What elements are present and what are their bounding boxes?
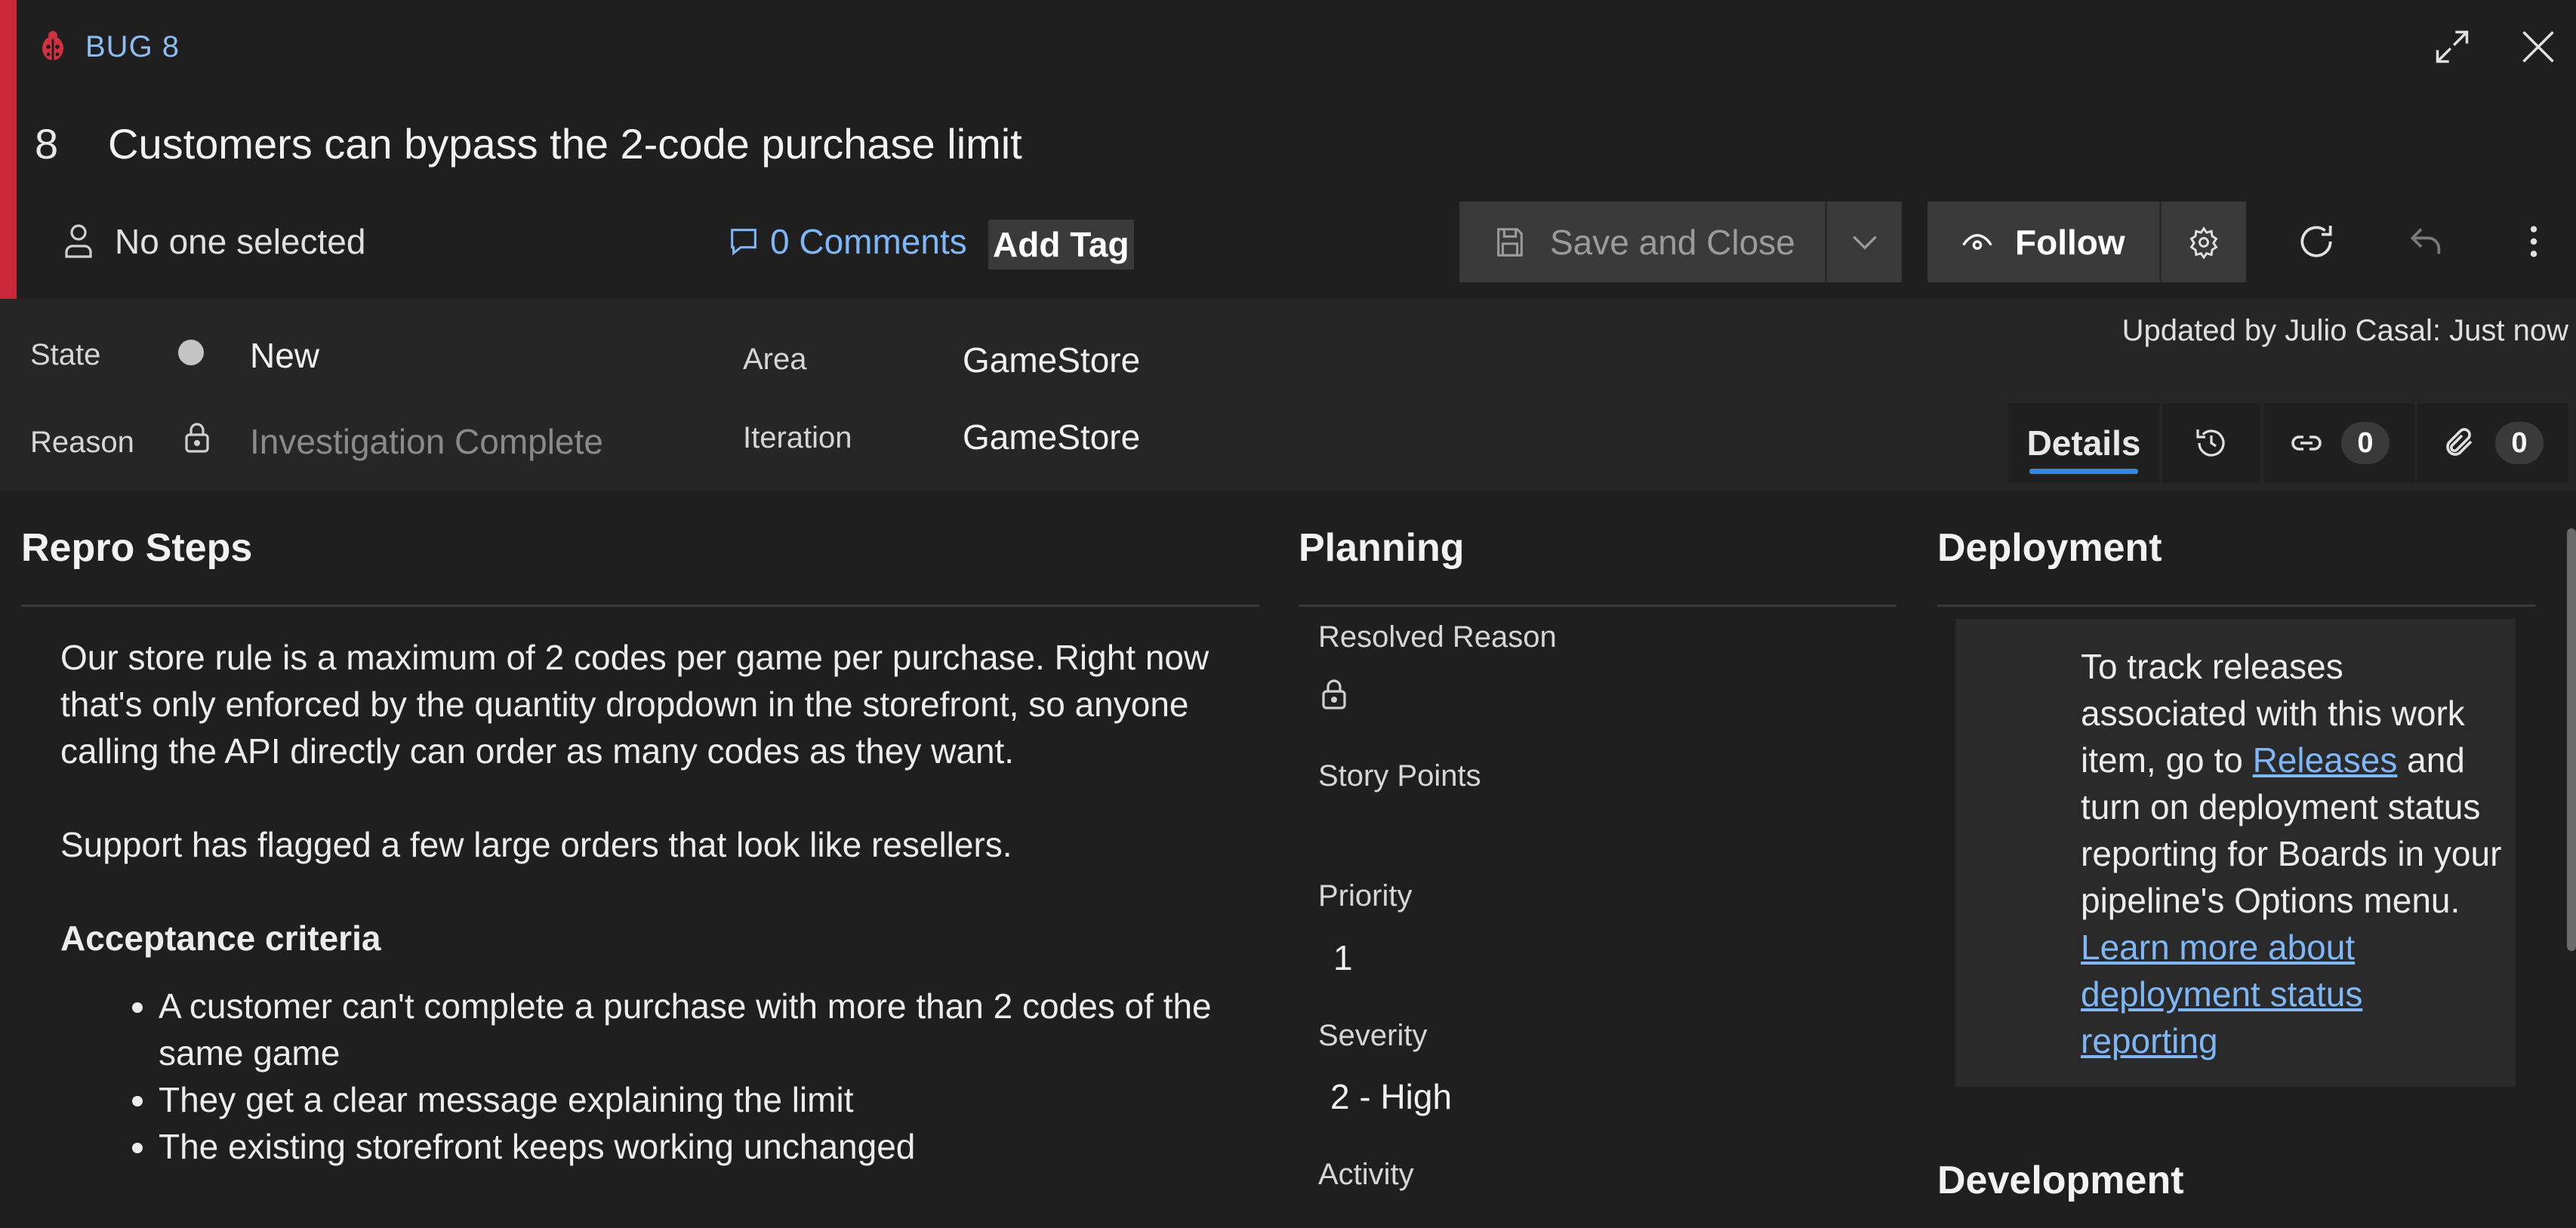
history-icon [2193, 425, 2229, 461]
area-field[interactable]: GameStore [963, 340, 1140, 380]
deployment-title: Deployment [1937, 526, 2162, 570]
severity-label: Severity [1318, 1019, 1428, 1052]
save-icon [1493, 225, 1527, 260]
priority-label: Priority [1318, 879, 1413, 913]
reason-label: Reason [30, 426, 134, 459]
eye-icon [1961, 226, 1994, 259]
state-dropdown[interactable]: New [250, 335, 319, 376]
area-label: Area [743, 343, 807, 376]
development-title: Development [1937, 1159, 2184, 1202]
updated-by-text: Updated by Julio Casal: Just now [2122, 314, 2568, 347]
attachments-count-badge: 0 [2495, 422, 2544, 464]
more-actions-icon[interactable] [2519, 220, 2549, 263]
list-item: They get a clear message explaining the … [159, 1076, 1238, 1123]
releases-link[interactable]: Releases [2253, 740, 2398, 780]
undo-icon[interactable] [2405, 220, 2448, 263]
repro-steps-editor[interactable]: Our store rule is a maximum of 2 codes p… [60, 634, 1238, 1170]
comment-icon [726, 224, 761, 259]
repro-steps-title: Repro Steps [21, 526, 253, 570]
follow-button[interactable]: Follow [1927, 202, 2159, 282]
work-item-type-accent-bar [0, 0, 17, 299]
save-and-close-label: Save and Close [1550, 222, 1795, 262]
resolved-reason-label: Resolved Reason [1318, 620, 1557, 654]
acceptance-criteria-heading: Acceptance criteria [60, 919, 381, 958]
chevron-down-icon [1848, 226, 1881, 259]
comments-link[interactable]: 0 Comments [726, 219, 967, 264]
paperclip-icon [2442, 425, 2479, 461]
add-tag-button[interactable]: Add Tag [988, 220, 1134, 269]
lock-icon [181, 421, 213, 454]
work-item-type-label[interactable]: BUG 8 [85, 30, 180, 64]
story-points-label: Story Points [1318, 759, 1481, 793]
follow-label: Follow [2015, 222, 2125, 262]
tab-links[interactable]: 0 [2263, 403, 2414, 483]
person-icon [63, 223, 94, 260]
lock-icon [1318, 678, 1350, 711]
planning-title: Planning [1299, 526, 1465, 570]
repro-paragraph: Support has flagged a few large orders t… [60, 825, 1012, 864]
tab-details[interactable]: Details [2008, 403, 2159, 483]
gear-icon [2187, 226, 2220, 259]
section-divider [21, 605, 1259, 607]
scrollbar-thumb[interactable] [2567, 528, 2576, 951]
severity-field[interactable]: 2 - High [1330, 1076, 1452, 1117]
work-item-id: 8 [35, 120, 59, 168]
iteration-label: Iteration [743, 421, 852, 454]
priority-field[interactable]: 1 [1333, 937, 1353, 978]
work-item-title[interactable]: Customers can bypass the 2-code purchase… [108, 119, 1022, 168]
work-item-tabs: Details 0 0 [2008, 403, 2568, 483]
section-divider [1937, 605, 2535, 607]
expand-icon[interactable] [2433, 27, 2472, 66]
save-button-group: Save and Close [1459, 202, 1902, 282]
list-item: A customer can't complete a purchase wit… [159, 983, 1238, 1076]
activity-label: Activity [1318, 1158, 1414, 1191]
repro-paragraph: Our store rule is a maximum of 2 codes p… [60, 638, 1209, 771]
save-and-close-button[interactable]: Save and Close [1459, 202, 1825, 282]
list-item: The existing storefront keeps working un… [159, 1123, 1238, 1170]
state-indicator-dot [178, 340, 204, 365]
acceptance-criteria-list: A customer can't complete a purchase wit… [60, 983, 1238, 1170]
assignee-text: No one selected [115, 222, 366, 261]
deployment-info-text: To track releases associated with this w… [2081, 643, 2504, 1064]
assignee-picker[interactable]: No one selected [63, 219, 365, 264]
links-count-badge: 0 [2341, 422, 2390, 464]
close-icon[interactable] [2519, 27, 2558, 66]
bug-icon [35, 27, 71, 63]
save-options-dropdown[interactable] [1827, 202, 1902, 282]
link-icon [2288, 425, 2325, 461]
follow-button-group: Follow [1927, 202, 2246, 282]
tab-history[interactable] [2162, 403, 2260, 483]
section-divider [1299, 605, 1897, 607]
reason-field: Investigation Complete [250, 422, 603, 461]
follow-settings-button[interactable] [2162, 202, 2246, 282]
refresh-icon[interactable] [2295, 220, 2337, 263]
comments-count-label: 0 Comments [770, 222, 967, 261]
learn-more-link[interactable]: Learn more about deployment status repor… [2081, 928, 2362, 1060]
state-label: State [30, 338, 101, 371]
tab-attachments[interactable]: 0 [2417, 403, 2568, 483]
iteration-field[interactable]: GameStore [963, 417, 1140, 457]
